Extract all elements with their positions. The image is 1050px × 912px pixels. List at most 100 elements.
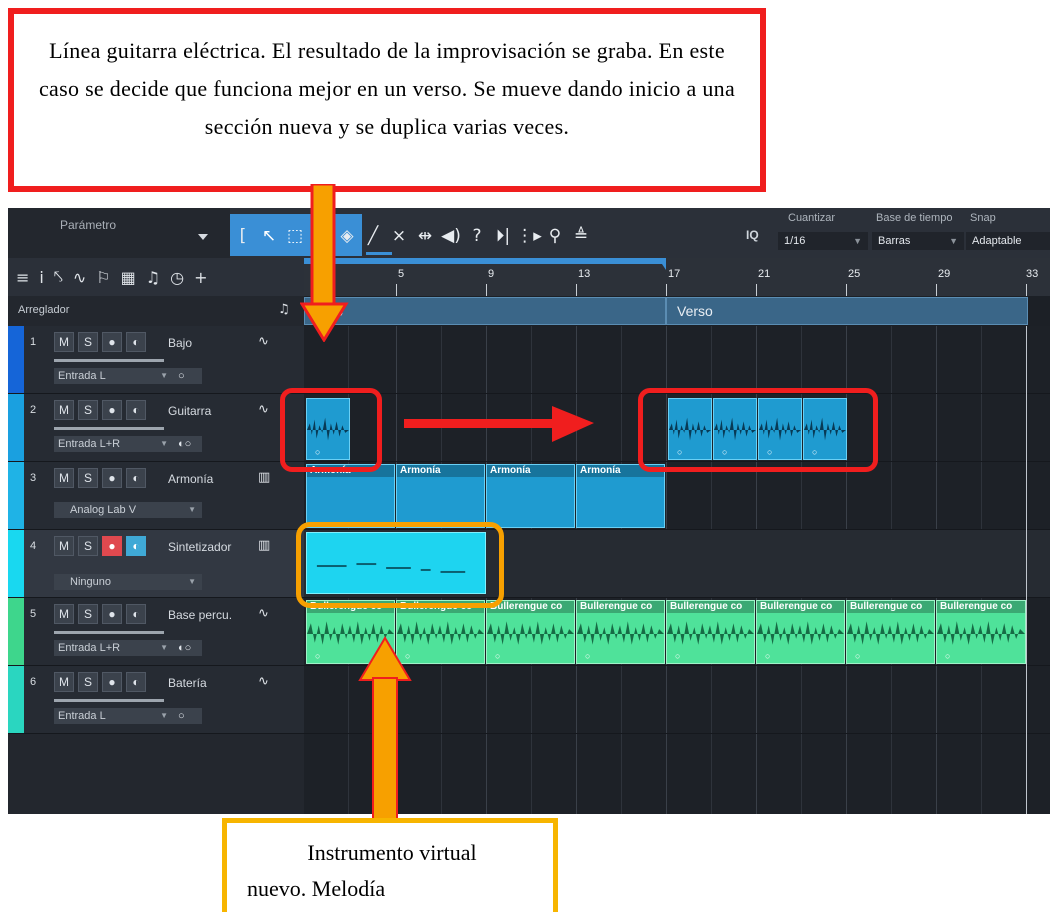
volume-fader[interactable] (54, 359, 164, 362)
volume-fader[interactable] (54, 631, 164, 634)
track-name[interactable]: Sintetizador (168, 540, 231, 554)
track-name[interactable]: Base percu. (168, 608, 232, 622)
monitor-button[interactable]: ◐ (126, 468, 146, 488)
timebase-select[interactable]: Barras ▼ (872, 232, 964, 250)
quantize-select[interactable]: 1/16 ▼ (778, 232, 868, 250)
record-button[interactable]: ● (102, 468, 122, 488)
flag-icon[interactable]: ⚐ (96, 268, 110, 287)
loop-end-marker[interactable] (658, 258, 666, 270)
menu-icon[interactable]: ≡ (16, 268, 29, 287)
instrument-clip-armonia[interactable]: Armonía (576, 464, 665, 528)
solo-button[interactable]: S (78, 400, 98, 420)
volume-fader[interactable] (54, 427, 164, 430)
audio-clip-base-percu[interactable]: Bullerengue co ○ (756, 600, 845, 664)
track-base-percu[interactable]: 5 M S ● ◐ Base percu. ∿ Entrada L+R ▼ ◐○ (8, 598, 304, 666)
instrument-clip-armonia[interactable]: Armonía (396, 464, 485, 528)
audio-clip-base-percu[interactable]: Bullerengue co ○ (666, 600, 755, 664)
track-guitarra[interactable]: 2 M S ● ◐ Guitarra ∿ Entrada L+R ▼ ◐○ (8, 394, 304, 462)
solo-button[interactable]: S (78, 672, 98, 692)
record-button[interactable]: ● (102, 400, 122, 420)
input-mode-icon[interactable]: ○ (178, 368, 185, 384)
bracket-icon[interactable]: [ (230, 222, 256, 250)
waveform (847, 621, 934, 645)
bar-number: 25 (848, 268, 861, 280)
audio-clip-base-percu[interactable]: Bullerengue co ○ (936, 600, 1026, 664)
clip-name: Bullerengue co (577, 601, 664, 613)
lane-bateria[interactable] (304, 666, 1050, 734)
monitor-button[interactable]: ◐ (126, 604, 146, 624)
monitor-button[interactable]: ◐ (126, 400, 146, 420)
tool-indicator (366, 252, 392, 255)
iq-button[interactable]: IQ (746, 228, 759, 242)
record-button[interactable]: ● (102, 604, 122, 624)
stereo-icon[interactable]: ◐○ (178, 640, 191, 656)
solo-button[interactable]: S (78, 604, 98, 624)
track-color-strip (8, 462, 24, 529)
solo-button[interactable]: S (78, 332, 98, 352)
metronome-icon[interactable]: ≜ (568, 222, 594, 250)
record-button[interactable]: ● (102, 332, 122, 352)
monitor-button[interactable]: ◐ (126, 332, 146, 352)
track-name[interactable]: Guitarra (168, 404, 211, 418)
track-name[interactable]: Batería (168, 676, 207, 690)
help-icon[interactable]: ? (464, 222, 490, 250)
section-intro[interactable]: Intro (304, 297, 666, 325)
split-icon[interactable]: ⇹ (412, 222, 438, 250)
section-verso[interactable]: Verso (666, 297, 1028, 325)
highlight-duplicated-guitar-clips (638, 388, 878, 472)
music-note-icon[interactable]: ♫ (278, 302, 290, 317)
mute-button[interactable]: M (54, 672, 74, 692)
wrench-icon[interactable]: ⤣ (54, 267, 63, 287)
info-icon[interactable]: i (39, 268, 43, 287)
mute-button[interactable]: M (54, 400, 74, 420)
parameter-dropdown-icon[interactable] (198, 234, 208, 240)
mute-button[interactable]: M (54, 604, 74, 624)
instrument-value: Analog Lab V (70, 504, 137, 516)
input-mode-icon[interactable]: ○ (178, 708, 185, 724)
bend-icon[interactable]: ⏵| (490, 222, 516, 250)
snap-select[interactable]: Adaptable (966, 232, 1050, 250)
listen-icon[interactable]: ◀) (438, 222, 464, 250)
arrow-icon[interactable]: ↖ (256, 222, 282, 250)
keyboard-icon: ▥ (258, 470, 271, 485)
paint-icon[interactable]: ╱ (360, 222, 386, 250)
mute-button[interactable]: M (54, 468, 74, 488)
audio-clip-base-percu[interactable]: Bullerengue co ○ (576, 600, 665, 664)
monitor-button[interactable]: ◐ (126, 672, 146, 692)
zoom-icon[interactable]: ⚲ (542, 222, 568, 250)
record-button-armed[interactable]: ● (102, 536, 122, 556)
solo-button[interactable]: S (78, 468, 98, 488)
timeline-ruler[interactable]: 5 9 13 17 21 25 29 33 (304, 258, 1050, 296)
mute-button[interactable]: M (54, 536, 74, 556)
clock-icon[interactable]: ◷ (170, 268, 184, 287)
track-armonia[interactable]: 3 M S ● ◐ Armonía ▥ Analog Lab V ▼ (8, 462, 304, 530)
arranger-lane[interactable]: Intro Verso (304, 296, 1050, 326)
loop-range[interactable] (304, 258, 666, 264)
clip-handle-icon: ○ (855, 651, 861, 661)
volume-fader[interactable] (54, 699, 164, 702)
solo-button[interactable]: S (78, 536, 98, 556)
monitor-button-on[interactable]: ◐ (126, 536, 146, 556)
stereo-icon[interactable]: ◐○ (178, 436, 191, 452)
instrument-clip-armonia[interactable]: Armonía (486, 464, 575, 528)
mute-button[interactable]: M (54, 332, 74, 352)
grid-icon[interactable]: ▦ (121, 268, 136, 287)
instrument-select[interactable]: Analog Lab V ▼ (54, 502, 202, 518)
track-name[interactable]: Bajo (168, 336, 192, 350)
record-button[interactable]: ● (102, 672, 122, 692)
score-icon[interactable]: ♫ (146, 268, 160, 287)
automation-icon[interactable]: ∿ (73, 268, 86, 287)
track-name[interactable]: Armonía (168, 472, 213, 486)
lane-bajo[interactable] (304, 326, 1050, 394)
track-bateria[interactable]: 6 M S ● ◐ Batería ∿ Entrada L ▼ ○ (8, 666, 304, 734)
transient-icon[interactable]: ⋮▸ (516, 222, 542, 250)
instrument-clip-armonia[interactable]: Armonía (306, 464, 395, 528)
add-icon[interactable]: + (194, 268, 207, 287)
parameter-panel[interactable]: Parámetro (8, 208, 230, 258)
track-sintetizador[interactable]: 4 M S ● ◐ Sintetizador ▥ Ninguno ▼ (8, 530, 304, 598)
instrument-select[interactable]: Ninguno ▼ (54, 574, 202, 590)
mute-icon[interactable]: ⨯ (386, 222, 412, 250)
audio-clip-base-percu[interactable]: Bullerengue co ○ (486, 600, 575, 664)
audio-clip-base-percu[interactable]: Bullerengue co ○ (846, 600, 935, 664)
track-bajo[interactable]: 1 M S ● ◐ Bajo ∿ Entrada L ▼ ○ (8, 326, 304, 394)
